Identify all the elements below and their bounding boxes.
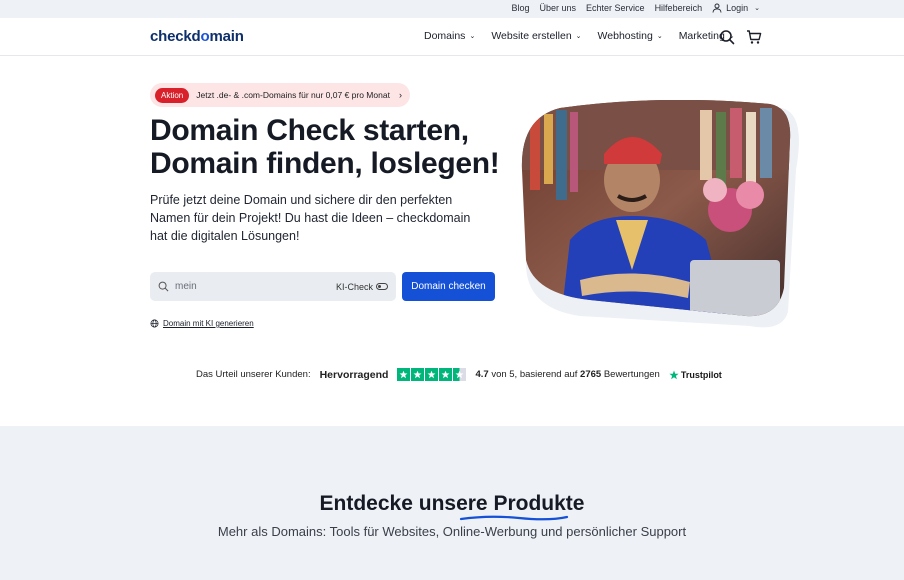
search-icon[interactable]	[719, 29, 735, 45]
nav-item-webhosting[interactable]: Webhosting ⌄	[598, 30, 663, 42]
checkdomain-logo[interactable]: checkdomain	[150, 28, 244, 45]
ki-generate-link[interactable]: Domain mit KI generieren	[150, 319, 254, 328]
trustpilot-star-icon	[669, 370, 679, 379]
chevron-down-icon: ⌄	[754, 5, 760, 12]
products-section: Entdecke unsere Produkte Mehr als Domain…	[0, 426, 904, 580]
ki-check-label: KI-Check	[335, 281, 373, 292]
main-nav: Domains ⌄ Website erstellen ⌄ Webhosting ⌄ …	[424, 30, 735, 42]
domain-search-box: KI-Check	[150, 272, 396, 301]
star-icon	[425, 368, 439, 381]
rating-score: 4.7	[475, 369, 489, 380]
domain-search-input[interactable]	[175, 281, 325, 292]
rating-stars	[397, 368, 467, 381]
main-header: checkdomain Domains ⌄ Website erstellen ⌄ …	[0, 18, 904, 56]
underline-swoosh-icon	[459, 515, 568, 521]
cart-icon[interactable]	[746, 29, 762, 45]
nav-item-website[interactable]: Website erstellen ⌄	[491, 30, 581, 42]
blog-link[interactable]: Blog	[511, 3, 529, 13]
products-title: Entdecke unsere Produkte	[0, 492, 904, 521]
promo-text: Jetzt .de- & .com-Domains für nur 0,07 €…	[196, 90, 390, 100]
trustpilot-rating[interactable]: Das Urteil unserer Kunden: Hervorragend …	[196, 368, 722, 381]
help-link[interactable]: Hilfebereich	[655, 3, 703, 13]
trustpilot-logo[interactable]: Trustpilot	[669, 370, 722, 380]
promo-banner[interactable]: Aktion Jetzt .de- & .com-Domains für nur…	[150, 83, 410, 107]
search-icon	[158, 281, 169, 292]
globe-icon	[150, 319, 159, 328]
chevron-down-icon: ⌄	[656, 33, 663, 40]
utility-bar: Blog Über uns Echter Service Hilfebereic…	[0, 0, 904, 18]
nav-item-domains[interactable]: Domains ⌄	[424, 30, 475, 42]
ki-check-toggle[interactable]: KI-Check	[336, 282, 388, 292]
rating-word: Hervorragend	[319, 368, 389, 381]
star-half-icon	[453, 368, 467, 381]
star-icon	[439, 368, 453, 381]
chevron-down-icon: ⌄	[469, 33, 476, 40]
user-icon	[712, 3, 722, 13]
login-label: Login	[726, 3, 749, 13]
promo-badge: Aktion	[155, 87, 190, 103]
hero-lead: Prüfe jetzt deine Domain und sichere dir…	[150, 193, 471, 243]
star-icon	[397, 368, 411, 381]
chevron-right-icon: ›	[399, 90, 402, 100]
domain-check-button[interactable]: Domain checken	[402, 272, 495, 301]
rating-label: Das Urteil unserer Kunden:	[196, 369, 311, 380]
service-link[interactable]: Echter Service	[586, 3, 645, 13]
rating-count-suffix: Bewertungen	[603, 369, 660, 380]
login-button[interactable]: Login ⌄	[712, 3, 760, 13]
hero-photo	[521, 100, 799, 328]
hero-title: Domain Check starten, Domain finden, los…	[150, 114, 500, 180]
star-icon	[411, 368, 425, 381]
products-subtitle: Mehr als Domains: Tools für Websites, On…	[217, 524, 687, 539]
rating-score-suffix: von 5, basierend auf	[491, 369, 578, 380]
about-link[interactable]: Über uns	[540, 3, 577, 13]
rating-count: 2765	[580, 369, 602, 380]
chevron-down-icon: ⌄	[575, 33, 582, 40]
utility-links: Blog Über uns Echter Service Hilfebereic…	[511, 3, 760, 13]
toggle-icon	[376, 283, 388, 290]
